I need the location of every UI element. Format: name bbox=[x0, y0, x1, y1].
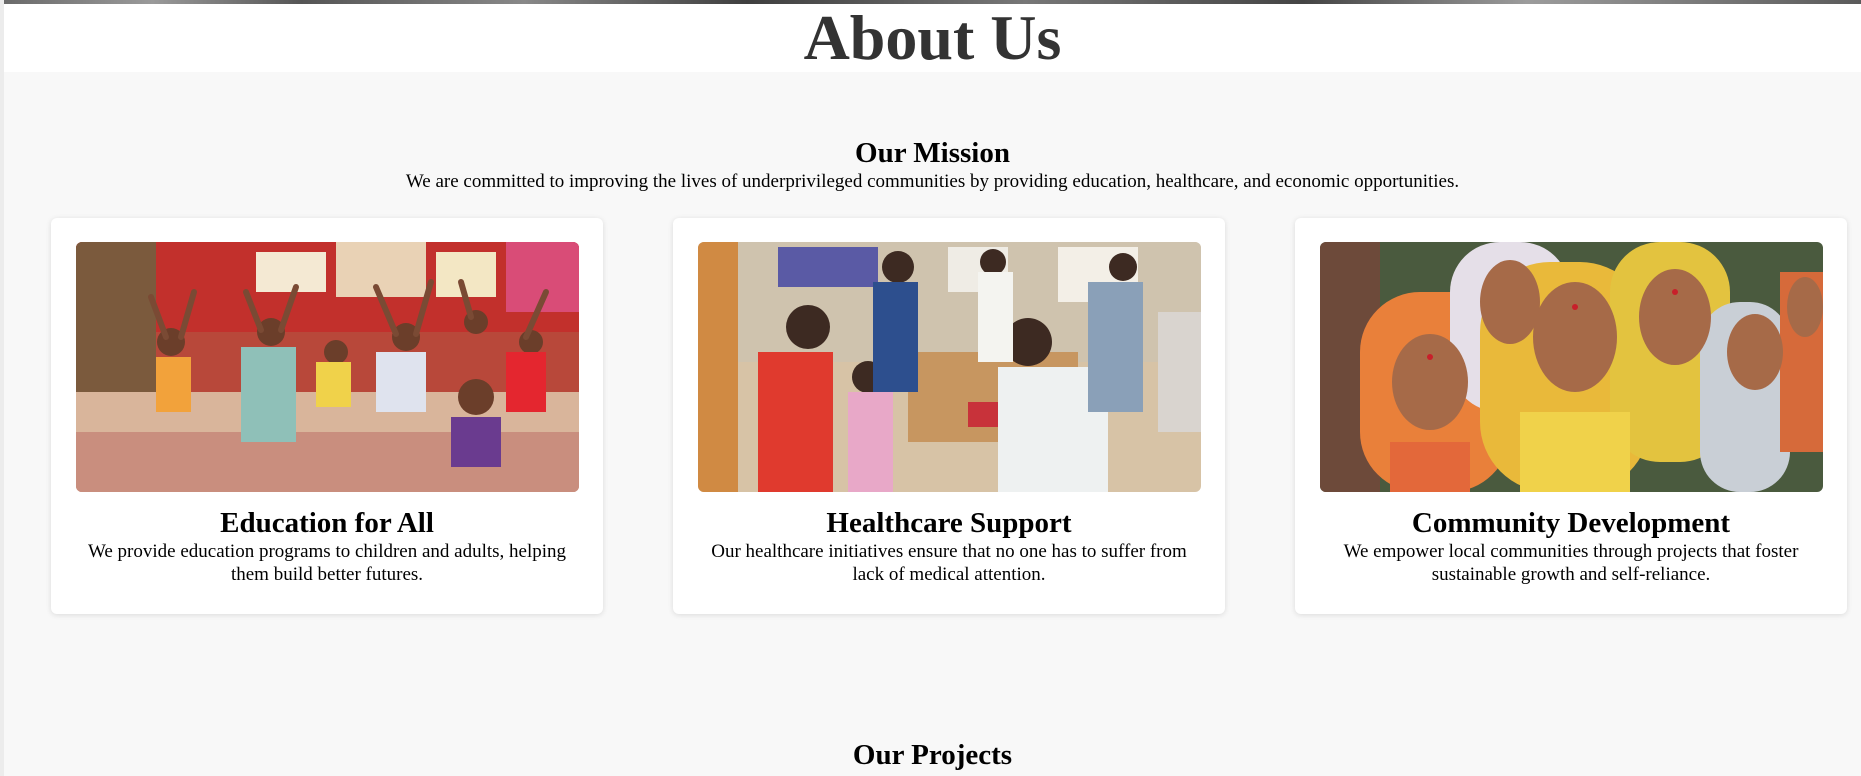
card-community: Community Development We empower local c… bbox=[1295, 218, 1847, 614]
projects-heading: Our Projects bbox=[852, 739, 1013, 771]
card-title: Education for All bbox=[220, 507, 434, 539]
card-title: Community Development bbox=[1411, 507, 1731, 539]
card-title: Healthcare Support bbox=[826, 507, 1072, 539]
page-title: About Us bbox=[803, 2, 1062, 73]
card-education: Education for All We provide education p… bbox=[51, 218, 603, 614]
community-photo bbox=[1320, 242, 1823, 492]
card-description: We empower local communities through pro… bbox=[1343, 541, 1799, 585]
education-photo bbox=[76, 242, 579, 492]
about-section: Our Mission We are committed to improvin… bbox=[4, 72, 1861, 776]
card-description: We provide education programs to childre… bbox=[87, 541, 567, 585]
healthcare-photo bbox=[698, 242, 1201, 492]
mission-heading: Our Mission bbox=[855, 137, 1010, 169]
page-header: About Us bbox=[4, 4, 1861, 72]
card-description: Our healthcare initiatives ensure that n… bbox=[711, 541, 1187, 585]
mission-description: We are committed to improving the lives … bbox=[405, 171, 1460, 192]
card-healthcare: Healthcare Support Our healthcare initia… bbox=[673, 218, 1225, 614]
